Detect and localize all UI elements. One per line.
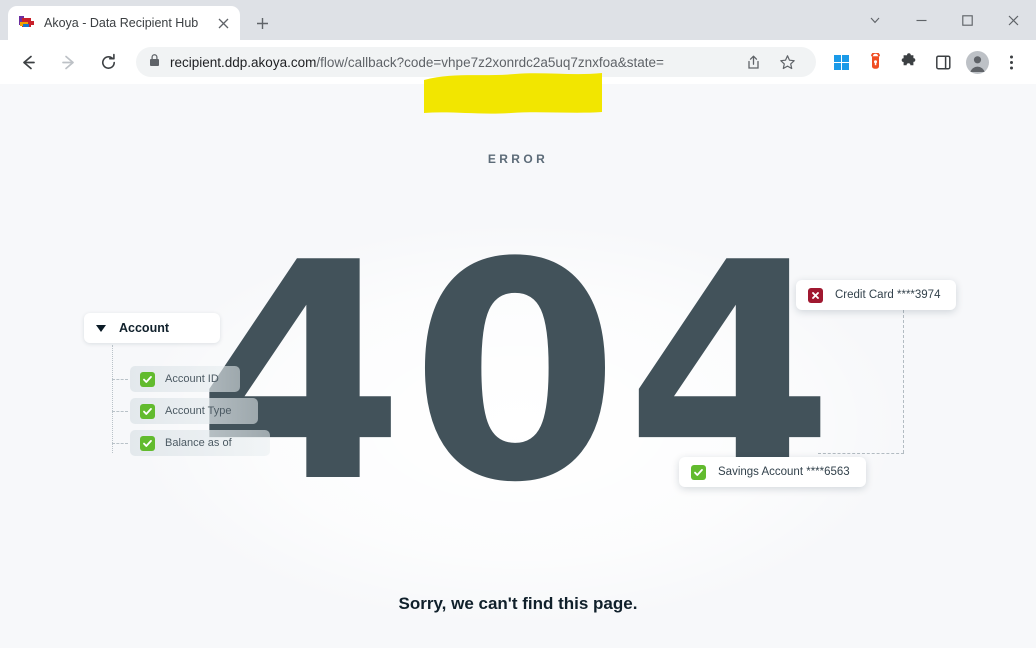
url-code: vhpe7z2xonrdc2a5uq7znxfoa [441,54,618,70]
card-label: Credit Card ****3974 [835,289,941,301]
window-controls [852,0,1036,40]
x-checkbox-icon[interactable] [808,287,823,303]
url-host: recipient.ddp.akoya.com [170,54,317,70]
close-tab-icon[interactable] [214,14,232,32]
tree-connector-line [112,345,113,453]
url-path: /flow/callback?code= [316,54,442,70]
site-security-lock-icon[interactable] [148,53,161,72]
tree-branch-line [112,410,128,412]
bookmark-star-icon[interactable] [773,48,801,76]
error-message: Sorry, we can't find this page. [398,594,638,613]
address-bar[interactable]: recipient.ddp.akoya.com/flow/callback?co… [136,47,816,77]
tree-branch-line [112,442,128,444]
check-checkbox-icon[interactable] [140,371,155,387]
extensions-puzzle-icon[interactable] [895,48,923,76]
password-manager-icon[interactable] [861,48,889,76]
windows-icon[interactable] [827,48,855,76]
reload-button[interactable] [93,47,123,77]
new-tab-button[interactable] [248,9,276,37]
account-tree-header-label: Account [119,321,169,335]
side-panel-icon[interactable] [929,48,957,76]
tree-item-label: Account Type [165,405,232,417]
card-label: Savings Account ****6563 [718,466,850,478]
browser-window: Akoya - Data Recipient Hub recipient.ddp… [0,0,1036,648]
card-connector-horizontal [818,453,904,454]
akoya-logo-icon [19,15,35,31]
account-tree: Account Account ID Account Type Balance … [84,313,284,456]
browser-toolbar: recipient.ddp.akoya.com/flow/callback?co… [0,40,1036,114]
tree-item-balance-as-of[interactable]: Balance as of [112,430,270,456]
titlebar: Akoya - Data Recipient Hub [0,0,1036,40]
tab-title: Akoya - Data Recipient Hub [44,16,199,30]
chevron-down-icon[interactable] [96,324,106,332]
account-tree-header[interactable]: Account [84,313,220,343]
tree-item-account-type[interactable]: Account Type [112,398,258,424]
error-label: ERROR [487,152,549,166]
tab-search-button[interactable] [852,4,898,36]
chrome-menu-icon[interactable] [997,48,1025,76]
browser-tab[interactable]: Akoya - Data Recipient Hub [8,6,240,40]
url-text: recipient.ddp.akoya.com/flow/callback?co… [170,55,664,70]
tree-item-label: Balance as of [165,437,232,449]
url-suffix: &state= [617,54,664,70]
tree-branch-line [112,378,128,380]
share-icon[interactable] [739,48,767,76]
card-credit-card[interactable]: Credit Card ****3974 [796,280,957,310]
tree-item-account-id[interactable]: Account ID [112,366,240,392]
minimize-button[interactable] [898,4,944,36]
forward-button [53,47,83,77]
page-viewport: ERROR 404 Sorry, we can't find this page… [0,84,1036,648]
card-connector-vertical [903,295,904,453]
profile-avatar-icon[interactable] [963,48,991,76]
card-savings-account[interactable]: Savings Account ****6563 [679,457,866,487]
check-checkbox-icon[interactable] [140,435,155,451]
check-checkbox-icon[interactable] [140,403,155,419]
check-checkbox-icon[interactable] [691,464,706,480]
back-button[interactable] [13,47,43,77]
maximize-button[interactable] [944,4,990,36]
close-window-button[interactable] [990,4,1036,36]
tree-item-label: Account ID [165,373,219,385]
